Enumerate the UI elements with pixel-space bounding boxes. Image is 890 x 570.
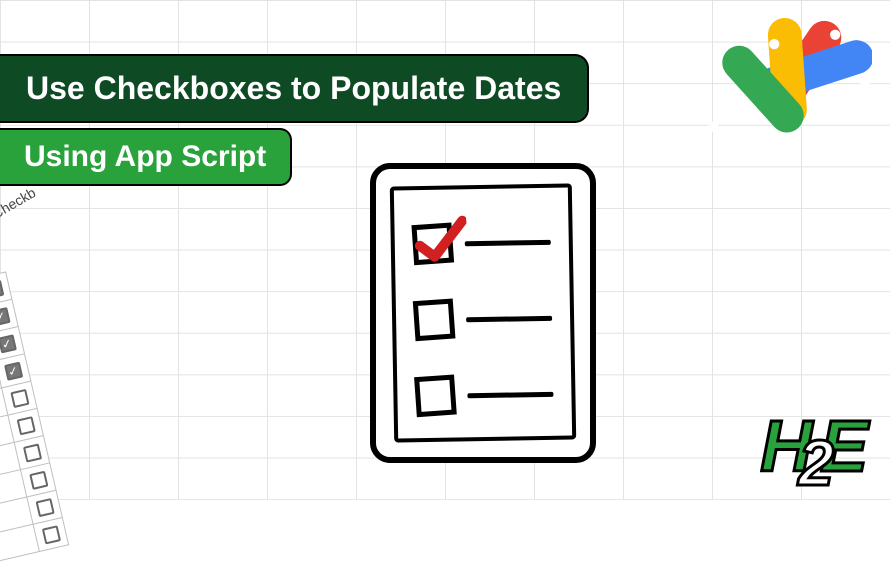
checkbox-icon — [10, 388, 29, 407]
checkbox-icon — [29, 470, 48, 489]
apps-script-icon — [684, 16, 872, 166]
checkbox-icon: ✓ — [3, 361, 22, 380]
clipboard-inner — [390, 183, 576, 442]
checkbox-icon — [411, 223, 454, 266]
checklist-row — [412, 222, 551, 264]
checkbox-icon — [16, 416, 35, 435]
h2e-logo: H 2 E — [760, 406, 862, 488]
checklist-row — [414, 298, 553, 340]
checklist-line — [467, 391, 553, 398]
checkbox-icon — [414, 374, 457, 417]
checkbox-cell — [33, 517, 69, 551]
checklist-line — [465, 239, 551, 246]
checkbox-icon — [413, 299, 456, 342]
logo-number-2: 2 — [798, 426, 828, 500]
checklist-row — [415, 374, 554, 416]
checklist-line — [466, 315, 552, 322]
checklist-clipboard — [370, 163, 596, 463]
checkbox-icon — [41, 525, 60, 544]
checkbox-icon: ✓ — [0, 279, 4, 298]
date-cell — [0, 524, 39, 569]
title-primary: Use Checkboxes to Populate Dates — [0, 54, 589, 123]
title-secondary: Using App Script — [0, 128, 292, 186]
checkbox-icon — [35, 498, 54, 517]
checkbox-icon: ✓ — [0, 334, 16, 353]
checkmark-icon — [412, 212, 470, 270]
checkbox-icon — [22, 443, 41, 462]
checkbox-icon: ✓ — [0, 307, 10, 326]
